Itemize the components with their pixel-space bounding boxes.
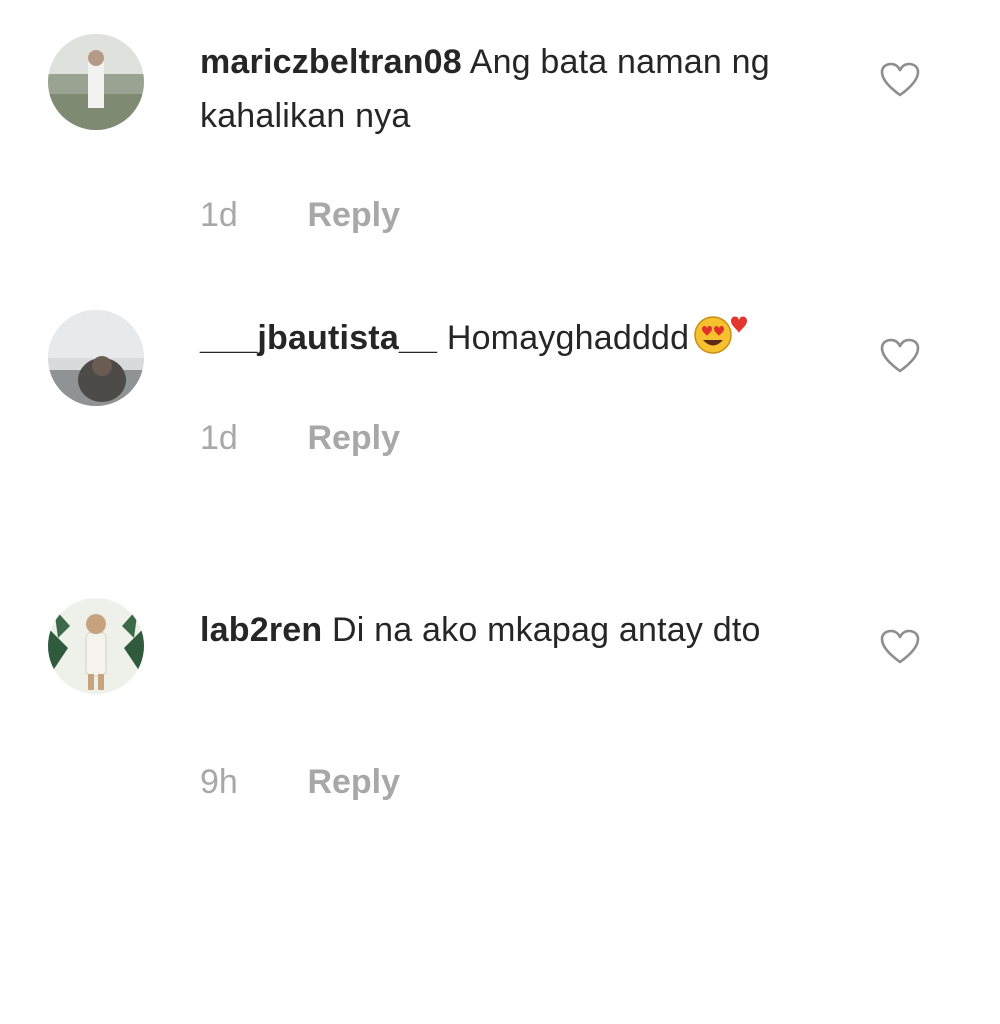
comment-text: Di na ako mkapag antay dto bbox=[332, 611, 761, 649]
comment-username[interactable]: lab2ren bbox=[200, 611, 322, 649]
reply-button[interactable]: Reply bbox=[307, 419, 400, 457]
heart-outline-icon bbox=[880, 629, 920, 664]
comment-username[interactable]: mariczbeltran08 bbox=[200, 43, 462, 81]
comment-username[interactable]: ___jbautista__ bbox=[200, 319, 437, 357]
profile-photo-icon bbox=[48, 34, 144, 130]
comment-text: Homayghadddd bbox=[446, 319, 690, 357]
like-button[interactable] bbox=[880, 629, 920, 665]
comment-timestamp: 1d bbox=[200, 196, 238, 234]
profile-photo-icon bbox=[48, 598, 144, 694]
heart-eyes-emoji-icon bbox=[691, 311, 755, 371]
avatar[interactable] bbox=[48, 310, 144, 406]
comment-timestamp: 9h bbox=[200, 763, 238, 801]
avatar[interactable] bbox=[48, 598, 144, 694]
heart-outline-icon bbox=[880, 62, 920, 97]
comment-timestamp: 1d bbox=[200, 419, 238, 457]
reply-button[interactable]: Reply bbox=[307, 763, 400, 801]
reply-button[interactable]: Reply bbox=[307, 196, 400, 234]
profile-photo-icon bbox=[48, 310, 144, 406]
like-button[interactable] bbox=[880, 338, 920, 374]
heart-outline-icon bbox=[880, 338, 920, 373]
like-button[interactable] bbox=[880, 62, 920, 98]
avatar[interactable] bbox=[48, 34, 144, 130]
